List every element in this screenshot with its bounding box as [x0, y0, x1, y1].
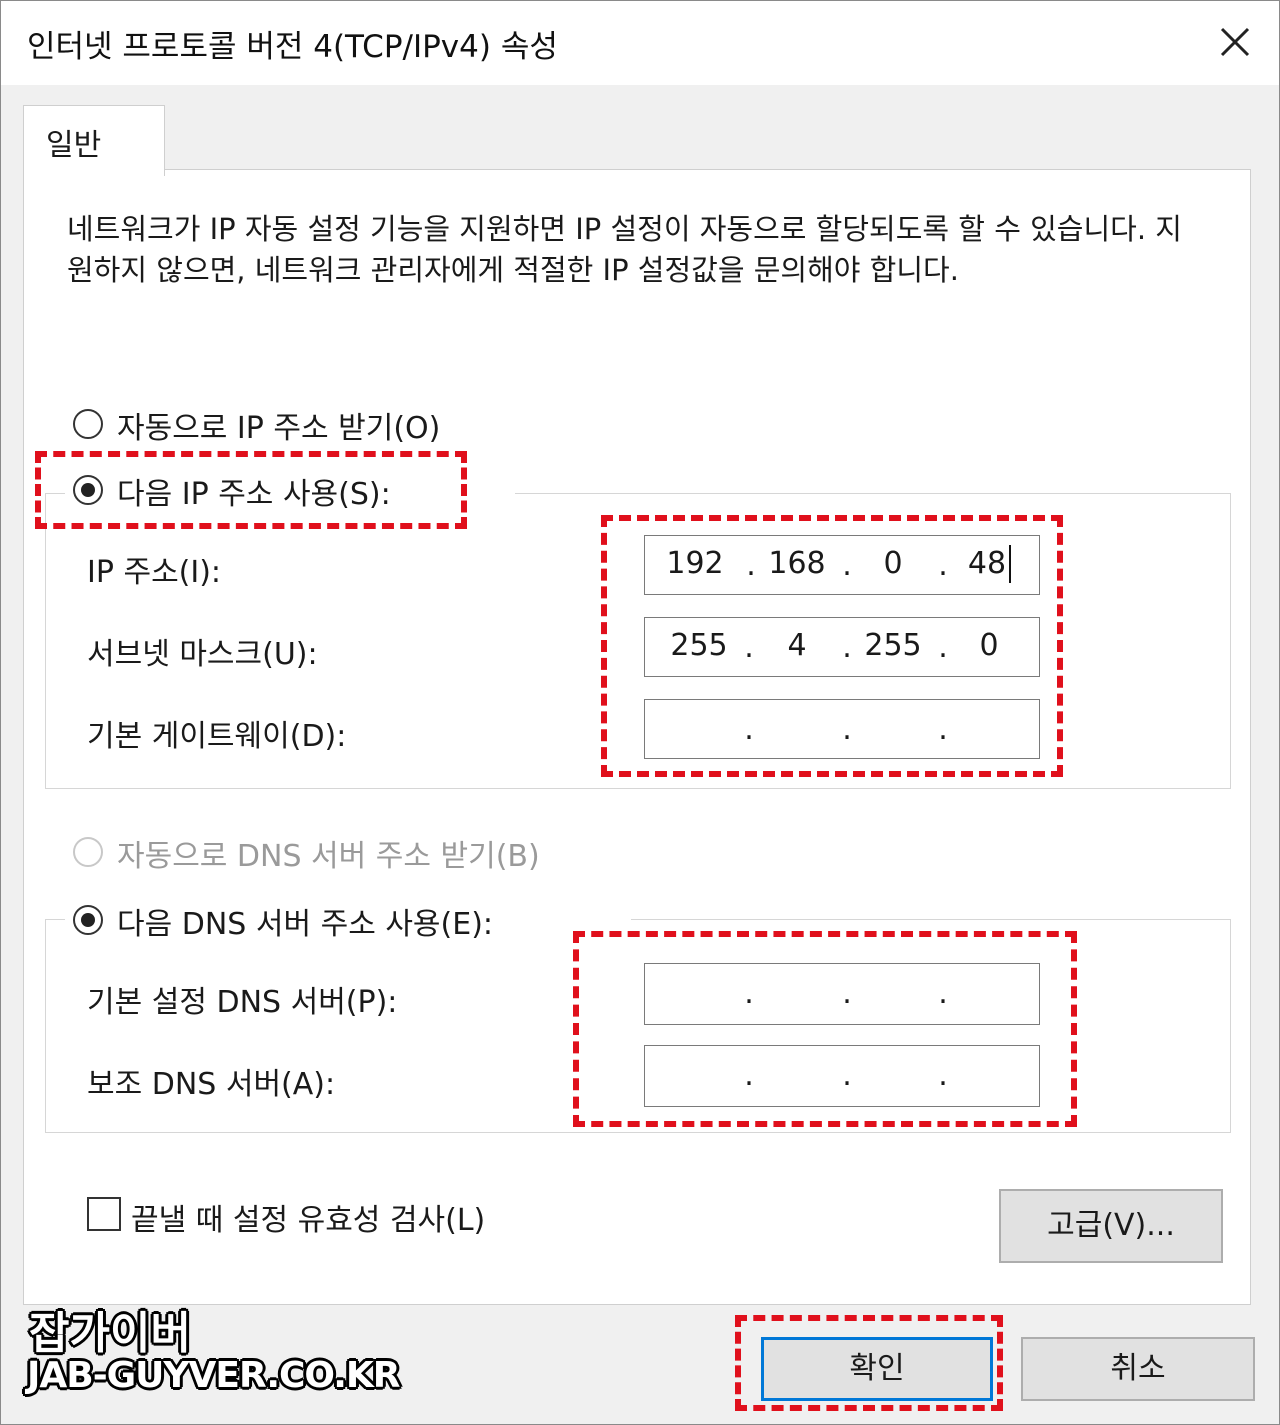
radio-manual-dns-label[interactable]: 다음 DNS 서버 주소 사용(E): [117, 899, 493, 943]
tab-general[interactable]: 일반 [23, 105, 165, 176]
radio-auto-ip-label[interactable]: 자동으로 IP 주소 받기(O) [117, 403, 440, 447]
highlight-dns-fields [573, 931, 1077, 1127]
alternate-dns-label: 보조 DNS 서버(A): [87, 1067, 336, 1102]
subnet-mask-label: 서브넷 마스크(U): [87, 637, 318, 672]
window-title: 인터넷 프로토콜 버전 4(TCP/IPv4) 속성 [27, 29, 558, 65]
highlight-manual-ip [35, 451, 467, 529]
watermark-logo-url: JAB-GUYVER.CO.KR [27, 1355, 401, 1396]
close-icon [1220, 27, 1250, 57]
dialog-window: 인터넷 프로토콜 버전 4(TCP/IPv4) 속성 일반 네트워크가 IP 자… [0, 0, 1280, 1425]
watermark-logo-korean: 잡가이버 [29, 1308, 191, 1359]
gateway-label: 기본 게이트웨이(D): [87, 719, 347, 754]
radio-auto-dns-label[interactable]: 자동으로 DNS 서버 주소 받기(B) [117, 831, 540, 875]
radio-auto-ip[interactable] [73, 409, 103, 439]
ip-address-label: IP 주소(I): [87, 555, 222, 590]
radio-manual-dns[interactable] [73, 905, 103, 935]
radio-auto-dns[interactable] [73, 837, 103, 867]
cancel-button[interactable]: 취소 [1021, 1337, 1255, 1401]
description-text: 네트워크가 IP 자동 설정 기능을 지원하면 IP 설정이 자동으로 할당되도… [67, 212, 1182, 287]
tab-general-label: 일반 [46, 128, 102, 163]
validate-on-exit-checkbox[interactable] [87, 1197, 121, 1231]
validate-on-exit-label[interactable]: 끝낼 때 설정 유효성 검사(L) [131, 1195, 485, 1239]
advanced-button[interactable]: 고급(V)... [999, 1189, 1223, 1263]
title-bar: 인터넷 프로토콜 버전 4(TCP/IPv4) 속성 [1, 1, 1279, 85]
highlight-ok-button [735, 1315, 1003, 1411]
preferred-dns-label: 기본 설정 DNS 서버(P): [87, 985, 398, 1020]
highlight-ip-fields [601, 515, 1063, 777]
close-button[interactable] [1206, 19, 1262, 65]
